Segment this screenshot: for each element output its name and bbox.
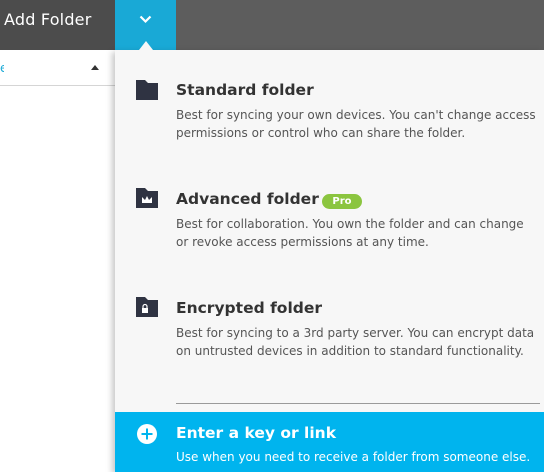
- folder-list-header: e: [0, 50, 115, 86]
- advanced-folder-title: Advanced folder: [176, 190, 319, 208]
- standard-folder-option[interactable]: Standard folder Best for syncing your ow…: [115, 72, 544, 172]
- folder-list-panel: e: [0, 50, 115, 472]
- enter-key-or-link-option[interactable]: Enter a key or link Use when you need to…: [115, 412, 544, 472]
- folder-lock-icon: [136, 297, 158, 317]
- encrypted-folder-option[interactable]: Encrypted folder Best for syncing to a 3…: [115, 290, 544, 390]
- advanced-folder-option[interactable]: Advanced folder Pro Best for collaborati…: [115, 181, 544, 281]
- encrypted-folder-description: Best for syncing to a 3rd party server. …: [176, 326, 535, 358]
- add-folder-button[interactable]: Add Folder: [0, 0, 115, 50]
- menu-pointer-arrow: [139, 41, 153, 50]
- add-folder-menu: Standard folder Best for syncing your ow…: [115, 50, 544, 472]
- pro-badge: Pro: [322, 194, 362, 209]
- chevron-down-icon: [139, 15, 152, 24]
- menu-divider: [176, 403, 540, 404]
- plus-circle-icon: [137, 424, 157, 444]
- enter-key-or-link-title: Enter a key or link: [176, 424, 337, 442]
- encrypted-folder-title: Encrypted folder: [176, 299, 323, 317]
- standard-folder-title: Standard folder: [176, 81, 314, 99]
- column-header-label-fragment[interactable]: e: [0, 61, 4, 75]
- folder-crown-icon: [136, 188, 158, 208]
- enter-key-or-link-description: Use when you need to receive a folder fr…: [176, 450, 531, 464]
- advanced-folder-description: Best for collaboration. You own the fold…: [176, 217, 524, 249]
- sort-caret-up-icon[interactable]: [91, 65, 99, 70]
- top-bar: Add Folder: [0, 0, 544, 50]
- folder-icon: [136, 80, 158, 100]
- standard-folder-description: Best for syncing your own devices. You c…: [176, 108, 536, 140]
